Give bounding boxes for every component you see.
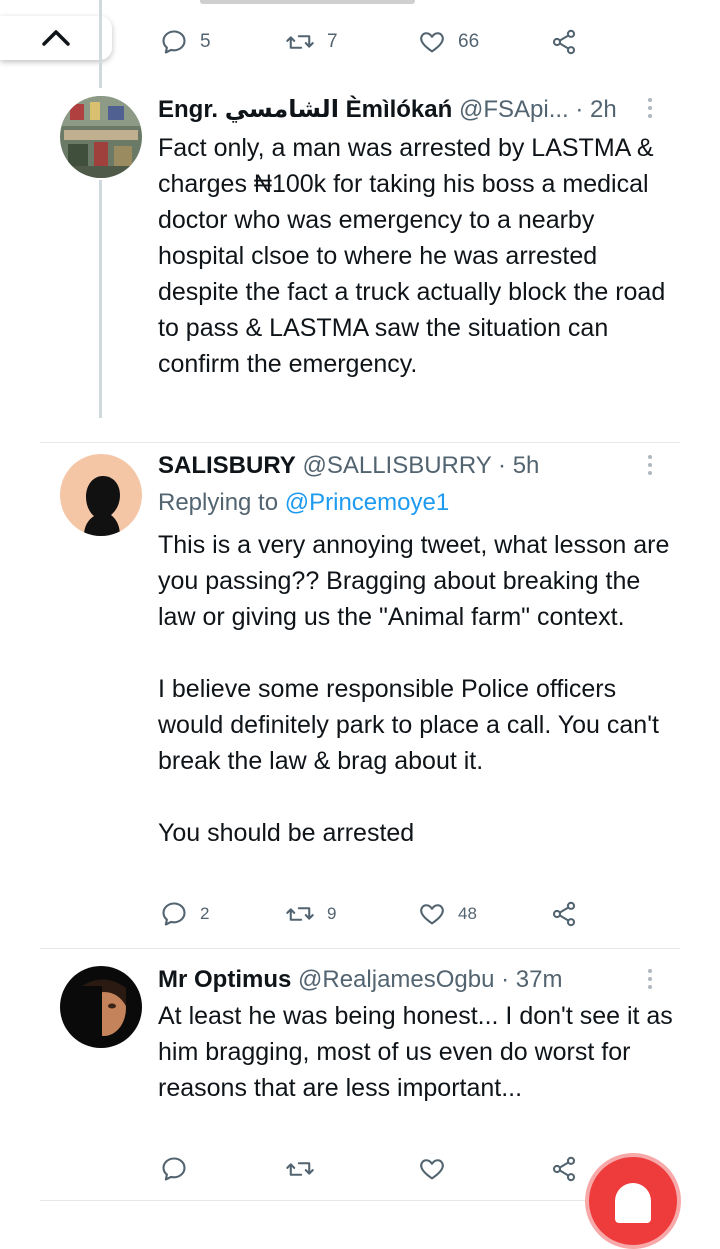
user-handle[interactable]: @RealjamesOgbu: [298, 966, 494, 993]
scroll-up-button[interactable]: [0, 16, 112, 60]
share-button[interactable]: [550, 28, 578, 56]
retweet-icon: [286, 35, 314, 49]
like-button[interactable]: 66: [418, 28, 479, 56]
reply-icon: [162, 30, 186, 54]
parent-tweet-actions: 5 7 66: [160, 28, 600, 60]
divider: [40, 442, 680, 443]
like-count: 48: [458, 904, 477, 923]
tweet-actions: [160, 1155, 600, 1187]
retweet-count: 9: [327, 904, 337, 923]
timestamp[interactable]: · 2h: [575, 96, 616, 123]
thread-line-bottom: [99, 180, 102, 418]
avatar[interactable]: [60, 966, 142, 1048]
reply-icon: [162, 1157, 186, 1181]
share-button[interactable]: [550, 1155, 578, 1183]
timestamp[interactable]: · 37m: [501, 966, 562, 993]
divider: [40, 1200, 680, 1201]
retweet-button[interactable]: [285, 1155, 315, 1183]
retweet-count: 7: [327, 31, 338, 52]
heart-icon: [420, 1159, 444, 1180]
top-strip: [0, 0, 720, 6]
compose-icon: [615, 1183, 651, 1223]
retweet-icon: [286, 907, 314, 921]
tweet-header: SALISBURY @SALLISBURRY · 5h: [158, 451, 539, 481]
chevron-up-icon: [42, 30, 70, 46]
reply-button[interactable]: 5: [160, 28, 211, 56]
display-name[interactable]: Engr. الشامسي Èmìlókań: [158, 96, 452, 123]
share-icon: [552, 901, 576, 927]
mention-link[interactable]: @Princemoye1: [285, 489, 449, 516]
more-icon[interactable]: [645, 455, 655, 479]
more-icon[interactable]: [645, 98, 655, 122]
reply-button[interactable]: 2: [160, 900, 209, 928]
tweet-header: Engr. الشامسي Èmìlókań @FSApi... · 2h: [158, 95, 617, 125]
display-name[interactable]: Mr Optimus: [158, 966, 291, 993]
like-count: 66: [458, 31, 480, 52]
heart-icon: [420, 904, 444, 925]
divider: [40, 948, 680, 949]
compose-button[interactable]: [585, 1153, 681, 1249]
more-icon[interactable]: [645, 969, 655, 993]
avatar[interactable]: [60, 454, 142, 536]
tweet-text: This is a very annoying tweet, what less…: [158, 531, 670, 847]
scroll-indicator: [200, 0, 415, 4]
like-button[interactable]: 48: [418, 900, 477, 928]
share-button[interactable]: [550, 900, 578, 928]
retweet-button[interactable]: 9: [285, 900, 336, 928]
replying-to: Replying to @Princemoye1: [158, 488, 449, 518]
thread-line-top: [99, 0, 102, 88]
replying-label: Replying to: [158, 489, 279, 516]
like-button[interactable]: [418, 1155, 446, 1183]
reply-count: 5: [200, 31, 211, 52]
reply-button[interactable]: [160, 1155, 188, 1183]
display-name[interactable]: SALISBURY: [158, 452, 296, 479]
tweet-header: Mr Optimus @RealjamesOgbu · 37m: [158, 965, 563, 995]
retweet-button[interactable]: 7: [285, 28, 338, 56]
user-handle[interactable]: @SALLISBURRY: [302, 452, 491, 479]
tweet-text: At least he was being honest... I don't …: [158, 1002, 673, 1102]
reply-icon: [162, 902, 186, 926]
heart-icon: [420, 32, 444, 53]
tweet-actions: 2 9 48: [160, 900, 600, 932]
share-icon: [552, 1156, 576, 1182]
share-icon: [552, 29, 576, 55]
retweet-icon: [286, 1162, 314, 1176]
reply-count: 2: [200, 904, 210, 923]
avatar[interactable]: [60, 96, 142, 178]
tweet-text: Fact only, a man was arrested by LASTMA …: [158, 134, 666, 378]
user-handle[interactable]: @FSApi...: [459, 96, 569, 123]
timestamp[interactable]: · 5h: [498, 452, 539, 479]
